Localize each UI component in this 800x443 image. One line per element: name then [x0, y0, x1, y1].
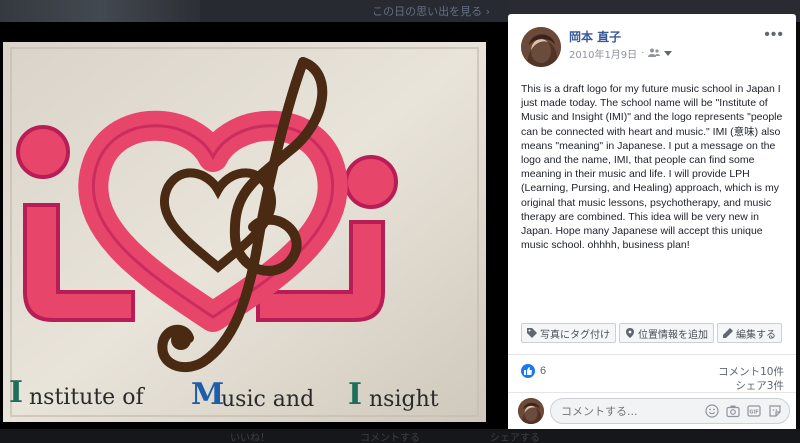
location-pin-icon: [625, 328, 635, 338]
svg-text:GIF: GIF: [749, 410, 758, 416]
logo-text-i1: I: [9, 375, 23, 410]
comment-tools: GIF: [705, 404, 782, 418]
left-i-dot: [16, 125, 70, 179]
more-options-button[interactable]: •••: [764, 26, 784, 44]
friends-icon[interactable]: [648, 48, 661, 60]
logo-text-i2: I: [348, 377, 362, 412]
comment-count[interactable]: コメント10件: [718, 365, 784, 379]
comment-composer: GIF: [518, 398, 790, 424]
pencil-icon: [723, 328, 733, 338]
tag-icon: [527, 328, 537, 338]
add-location-button[interactable]: 位置情報を追加: [619, 323, 714, 343]
share-count[interactable]: シェア3件: [718, 379, 784, 393]
add-location-label: 位置情報を追加: [638, 329, 708, 341]
post-caption: This is a draft logo for my future music…: [521, 83, 783, 252]
right-i-dot: [344, 155, 398, 209]
logo-drawing: I nstitute of M usic and I nsight: [3, 42, 486, 422]
tag-photo-label: 写真にタグ付け: [540, 329, 610, 341]
photo-actions: 写真にタグ付け 位置情報を追加 編集する: [521, 323, 782, 343]
camera-icon[interactable]: [726, 404, 740, 418]
background-like-button: いいね！: [230, 433, 270, 443]
privacy-dropdown-icon[interactable]: [664, 48, 673, 59]
divider: [508, 354, 796, 355]
post-meta: 2010年1月9日 ·: [569, 46, 673, 61]
background-share-button: シェアする: [490, 433, 540, 443]
like-icon: [521, 364, 535, 378]
edit-label: 編集する: [736, 329, 776, 341]
logo-text-nstitute: nstitute of: [29, 385, 145, 410]
divider: [508, 392, 796, 393]
logo-text-m: M: [191, 377, 224, 412]
tag-photo-button[interactable]: 写真にタグ付け: [521, 323, 616, 343]
like-count: 6: [540, 365, 547, 377]
reaction-summary[interactable]: 6: [521, 364, 546, 378]
post-panel: 岡本 直子 2010年1月9日 · ••• This is a draft lo…: [508, 14, 796, 429]
author-avatar[interactable]: [521, 27, 561, 67]
logo-text-nsight: nsight: [369, 387, 439, 412]
post-date[interactable]: 2010年1月9日: [569, 46, 637, 61]
logo-text-usic: usic and: [221, 387, 314, 412]
sticker-icon[interactable]: [768, 404, 782, 418]
photo: I nstitute of M usic and I nsight: [3, 42, 486, 422]
commenter-avatar: [518, 398, 544, 424]
background-footer: いいね！ コメントする シェアする: [0, 429, 800, 443]
treble-clef-ball: [171, 330, 191, 350]
engagement-counts: コメント10件 シェア3件: [718, 365, 784, 393]
memories-link[interactable]: この日の思い出を見る ›: [372, 3, 490, 19]
edit-button[interactable]: 編集する: [717, 323, 782, 343]
author-name[interactable]: 岡本 直子: [569, 28, 621, 45]
background-comment-button: コメントする: [360, 433, 420, 443]
background-profile-strip: [0, 0, 200, 22]
emoji-icon[interactable]: [705, 404, 719, 418]
photo-stage[interactable]: I nstitute of M usic and I nsight: [0, 22, 508, 429]
gif-icon[interactable]: GIF: [747, 404, 761, 418]
